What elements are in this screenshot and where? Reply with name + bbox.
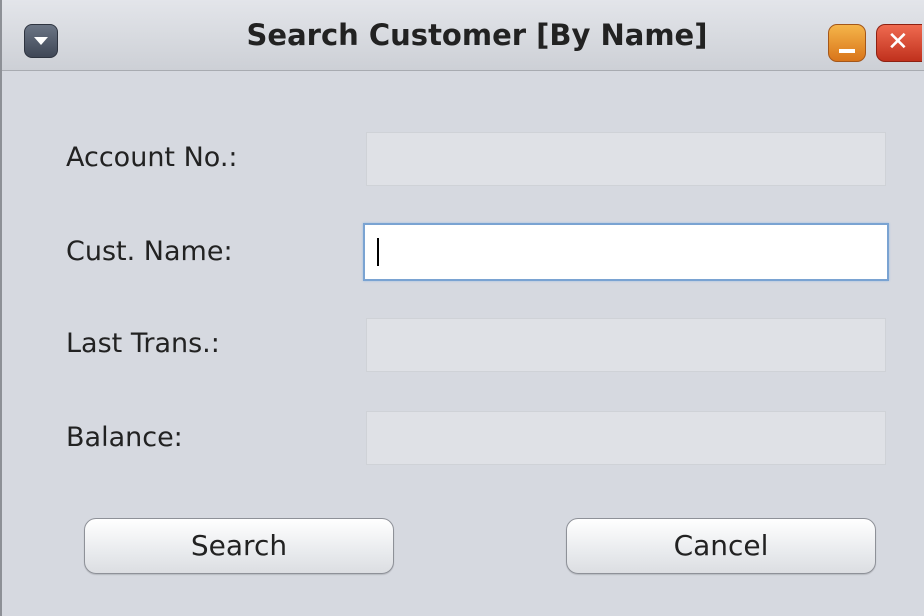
account-no-field[interactable] (366, 132, 886, 186)
title-bar[interactable]: Search Customer [By Name] ✕ (2, 0, 924, 71)
close-button[interactable]: ✕ (876, 24, 922, 62)
balance-input[interactable] (367, 412, 885, 464)
account-no-input[interactable] (367, 133, 885, 185)
last-trans-field[interactable] (366, 318, 886, 372)
last-trans-input[interactable] (367, 319, 885, 371)
search-button[interactable]: Search (84, 518, 394, 574)
balance-label: Balance: (66, 422, 183, 453)
text-caret (377, 238, 379, 266)
search-customer-dialog: Search Customer [By Name] ✕ Account No.:… (0, 0, 924, 616)
cust-name-field[interactable] (363, 223, 889, 281)
account-no-label: Account No.: (66, 142, 238, 173)
cust-name-input[interactable] (365, 225, 887, 279)
last-trans-label: Last Trans.: (66, 328, 220, 359)
cust-name-label: Cust. Name: (66, 236, 233, 267)
minimize-button[interactable] (828, 24, 866, 62)
cancel-button[interactable]: Cancel (566, 518, 876, 574)
close-icon: ✕ (887, 27, 909, 57)
window-title: Search Customer [By Name] (246, 18, 708, 52)
balance-field[interactable] (366, 411, 886, 465)
